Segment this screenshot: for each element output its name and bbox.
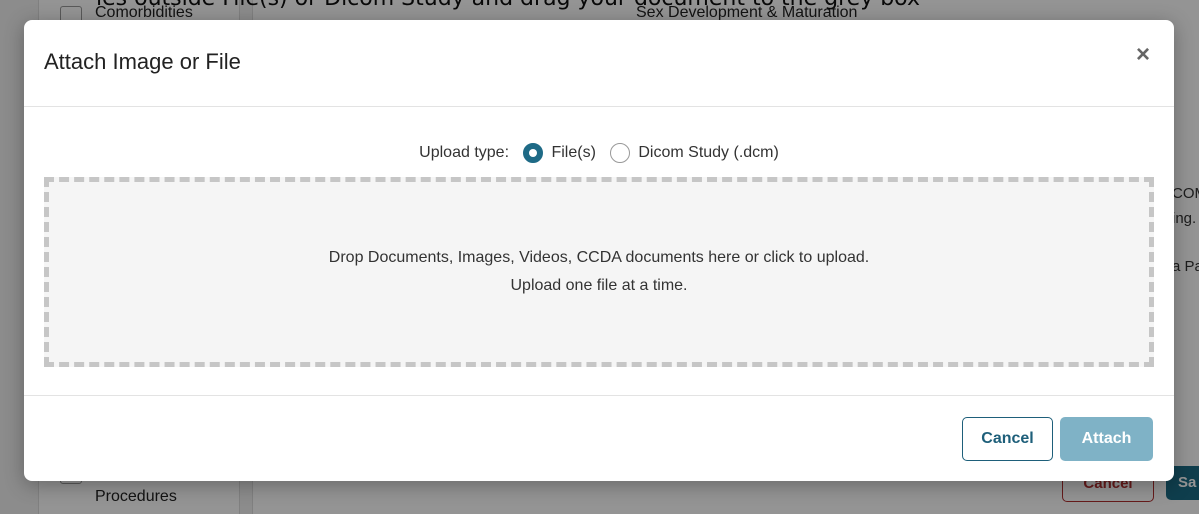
modal-body: Upload type: File(s) Dicom Study (.dcm) … <box>24 107 1174 397</box>
cancel-button[interactable]: Cancel <box>962 417 1053 461</box>
dropzone-instructions: Drop Documents, Images, Videos, CCDA doc… <box>328 249 870 266</box>
modal-footer: Cancel Attach <box>24 395 1174 481</box>
attach-button[interactable]: Attach <box>1060 417 1153 461</box>
radio-checked-icon[interactable] <box>523 143 544 163</box>
upload-type-dicom-option[interactable]: Dicom Study (.dcm) <box>610 143 779 163</box>
upload-type-files-label: File(s) <box>551 144 596 161</box>
dropzone-note: Upload one file at a time. <box>510 277 688 294</box>
file-dropzone[interactable]: Drop Documents, Images, Videos, CCDA doc… <box>44 177 1154 367</box>
attach-file-modal: Attach Image or File × Upload type: File… <box>24 20 1174 481</box>
upload-type-dicom-label: Dicom Study (.dcm) <box>638 144 779 161</box>
upload-type-files-option[interactable]: File(s) <box>523 143 596 163</box>
radio-unchecked-icon[interactable] <box>610 143 631 163</box>
modal-header: Attach Image or File × <box>24 20 1174 107</box>
close-icon[interactable]: × <box>1132 43 1154 67</box>
upload-type-selector: Upload type: File(s) Dicom Study (.dcm) <box>24 143 1174 163</box>
upload-type-label: Upload type: <box>419 144 510 161</box>
modal-title: Attach Image or File <box>44 49 241 74</box>
